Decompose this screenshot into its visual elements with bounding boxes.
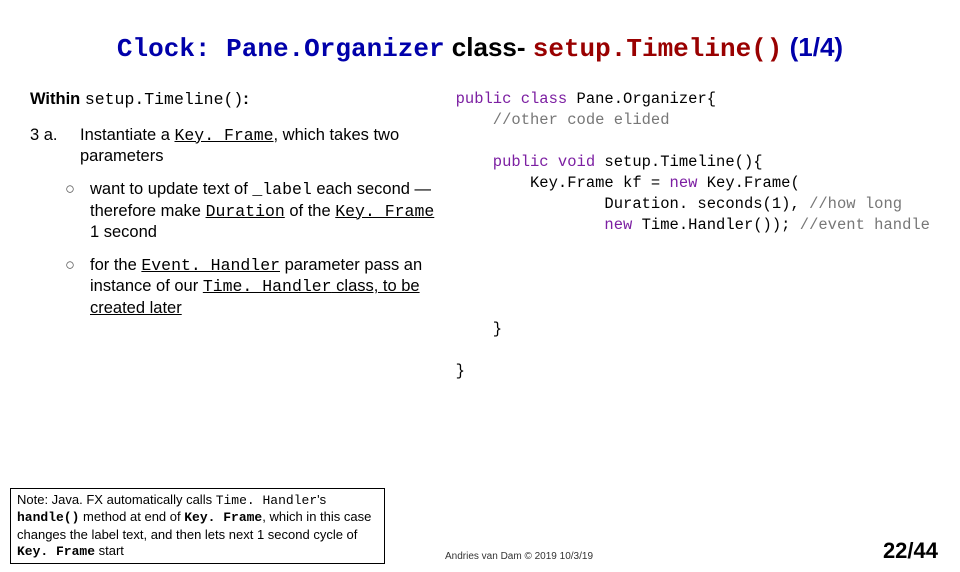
slide-title: Clock: Pane.Organizer class- setup.Timel… bbox=[0, 32, 960, 64]
content-area: Within setup.Timeline(): 3 a. Instantiat… bbox=[0, 89, 960, 382]
eventhandler-code: Event. Handler bbox=[141, 256, 280, 275]
page-number: 22/44 bbox=[883, 538, 938, 564]
sub2-text: for the Event. Handler parameter pass an… bbox=[90, 255, 441, 319]
code-comment-2: //how long bbox=[809, 195, 902, 213]
within-label: Within bbox=[30, 90, 85, 108]
code-comment-1: //other code elided bbox=[456, 111, 670, 129]
note-handle: handle() bbox=[17, 510, 79, 525]
title-clock: Clock: Pane.Organizer bbox=[117, 34, 445, 64]
code-l8: } bbox=[456, 362, 465, 380]
bullet-icon: ○ bbox=[65, 255, 90, 319]
kw-new-1: new bbox=[670, 174, 698, 192]
note-keyframe: Key. Frame bbox=[184, 510, 262, 525]
code-comment-3: //event handle bbox=[800, 216, 930, 234]
note-b: 's bbox=[317, 492, 326, 507]
kw-public: public bbox=[456, 90, 512, 108]
sub1-of: of the bbox=[285, 202, 335, 220]
kw-public-2: public bbox=[456, 153, 549, 171]
note-a: Note: Java. FX automatically calls bbox=[17, 492, 216, 507]
title-classword: class- bbox=[445, 32, 533, 62]
sub-bullet-2: ○ for the Event. Handler parameter pass … bbox=[30, 255, 441, 319]
step-3a-text: Instantiate a Key. Frame, which takes tw… bbox=[80, 125, 441, 167]
code-l5: Duration. seconds(1), bbox=[456, 195, 809, 213]
kw-new-2: new bbox=[604, 216, 632, 234]
kw-class: class bbox=[511, 90, 567, 108]
sub1-text: want to update text of _label each secon… bbox=[90, 179, 441, 243]
sub1-end: 1 second bbox=[90, 223, 157, 241]
code-l3c: setup.Timeline(){ bbox=[595, 153, 762, 171]
step-3a-label: 3 a. bbox=[30, 125, 80, 167]
footer-credit: Andries van Dam © 2019 10/3/19 bbox=[445, 551, 593, 562]
sub-bullet-1: ○ want to update text of _label each sec… bbox=[30, 179, 441, 243]
note-timehandler: Time. Handler bbox=[216, 493, 317, 508]
within-code: setup.Timeline() bbox=[85, 90, 243, 109]
code-l6a bbox=[456, 216, 605, 234]
code-block: public class Pane.Organizer{ //other cod… bbox=[441, 89, 930, 382]
step-3a: 3 a. Instantiate a Key. Frame, which tak… bbox=[30, 125, 441, 167]
within-line: Within setup.Timeline(): bbox=[30, 89, 441, 111]
code-l6c: Time.Handler()); bbox=[632, 216, 799, 234]
title-setup: setup.Timeline() bbox=[533, 34, 783, 64]
code-l1c: Pane.Organizer{ bbox=[567, 90, 716, 108]
sub2-pre: for the bbox=[90, 256, 141, 274]
code-l7: } bbox=[456, 320, 503, 338]
label-code: _label bbox=[252, 180, 311, 199]
code-l4: Key.Frame kf = bbox=[456, 174, 670, 192]
sub1-pre: want to update text of bbox=[90, 180, 252, 198]
within-colon: : bbox=[243, 90, 249, 108]
note-keyframe-2: Key. Frame bbox=[17, 544, 95, 559]
note-c: method at end of bbox=[79, 509, 184, 524]
keyframe-code: Key. Frame bbox=[174, 126, 273, 145]
bullet-icon: ○ bbox=[65, 179, 90, 243]
duration-code: Duration bbox=[206, 202, 285, 221]
code-l4c: Key.Frame( bbox=[697, 174, 799, 192]
title-pagepart: (1/4) bbox=[782, 32, 843, 62]
kw-void: void bbox=[549, 153, 596, 171]
timehandler-code: Time. Handler bbox=[203, 277, 332, 296]
step3a-pre: Instantiate a bbox=[80, 126, 174, 144]
left-column: Within setup.Timeline(): 3 a. Instantiat… bbox=[30, 89, 441, 382]
note-box: Note: Java. FX automatically calls Time.… bbox=[10, 488, 385, 564]
note-e: start bbox=[95, 543, 124, 558]
keyframe-code-2: Key. Frame bbox=[335, 202, 434, 221]
